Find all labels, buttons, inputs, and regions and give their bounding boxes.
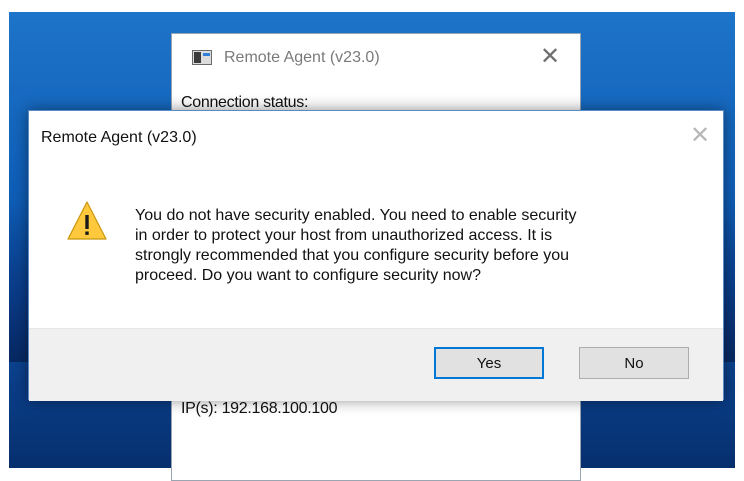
dialog-message: You do not have security enabled. You ne… <box>135 206 695 286</box>
warning-icon <box>67 201 107 240</box>
no-button[interactable]: No <box>579 347 689 379</box>
security-warning-dialog[interactable]: Remote Agent (v23.0) ✕ You do not have s… <box>28 110 724 401</box>
ip-address-text: IP(s): 192.168.100.100 <box>181 400 338 417</box>
message-line: in order to protect your host from unaut… <box>135 227 553 244</box>
app-icon <box>192 50 212 65</box>
close-icon[interactable]: ✕ <box>536 44 564 70</box>
dialog-button-bar: Yes No <box>29 328 723 401</box>
yes-button[interactable]: Yes <box>434 347 544 379</box>
message-line: proceed. Do you want to configure securi… <box>135 267 481 284</box>
background-window-title: Remote Agent (v23.0) <box>224 49 380 66</box>
dialog-close-icon[interactable]: ✕ <box>685 121 715 151</box>
dialog-title: Remote Agent (v23.0) <box>41 129 197 146</box>
background-window-titlebar[interactable]: Remote Agent (v23.0) ✕ <box>172 34 580 84</box>
message-line: strongly recommended that you configure … <box>135 247 570 264</box>
message-line: You do not have security enabled. You ne… <box>135 207 577 224</box>
